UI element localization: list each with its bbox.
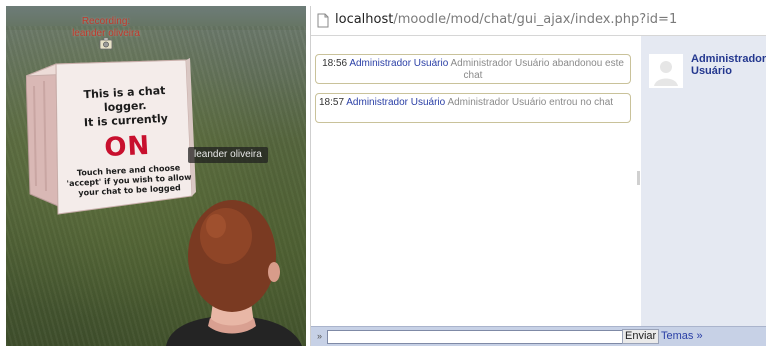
cube-title: This is a chat logger. It is currently [61,83,189,132]
recording-icon [99,37,113,50]
address-bar[interactable]: localhost/moodle/mod/chat/gui_ajax/index… [311,6,766,36]
chat-messages-area[interactable]: 18:56 Administrador Usuário Administrado… [311,36,638,326]
url-host: localhost [335,12,394,27]
cube-status: ON [103,130,152,164]
page-icon [317,13,329,28]
avatar-figure[interactable] [156,176,306,346]
users-panel: Administrador Usuário [641,36,766,326]
virtual-world-view[interactable]: Recording: leander oliveira This is a ch… [6,6,306,346]
send-bar: » Enviar Temas » [311,326,766,346]
send-arrow-icon: » [317,331,323,341]
user-name-link[interactable]: Administrador Usuário [691,53,766,77]
message-time: 18:56 [322,58,348,69]
message-user[interactable]: Administrador Usuário [349,58,448,69]
themes-link[interactable]: Temas » [661,330,703,343]
user-name-line2: Usuário [691,65,732,77]
recording-label: Recording: [81,16,131,27]
browser-window: localhost/moodle/mod/chat/gui_ajax/index… [310,6,766,346]
user-avatar-icon [649,54,683,88]
message-user[interactable]: Administrador Usuário [346,97,445,108]
message-input[interactable] [327,330,625,344]
chat-message: 18:57 Administrador Usuário Administrado… [315,93,631,123]
url-text[interactable]: localhost/moodle/mod/chat/gui_ajax/index… [335,12,677,28]
chat-message: 18:56 Administrador Usuário Administrado… [315,54,631,84]
user-name-line1: Administrador [691,53,766,65]
panel-resize-handle[interactable] [637,171,640,185]
message-text: Administrador Usuário abandonou este cha… [450,58,624,81]
url-path: /moodle/mod/chat/gui_ajax/index.php?id=1 [393,12,678,27]
message-text: Administrador Usuário entrou no chat [447,97,614,108]
send-button[interactable]: Enviar [622,329,660,344]
screenshot-root: Recording: leander oliveira This is a ch… [0,0,766,350]
avatar-name-tag: leander oliveira [188,147,268,163]
message-time: 18:57 [319,97,345,108]
